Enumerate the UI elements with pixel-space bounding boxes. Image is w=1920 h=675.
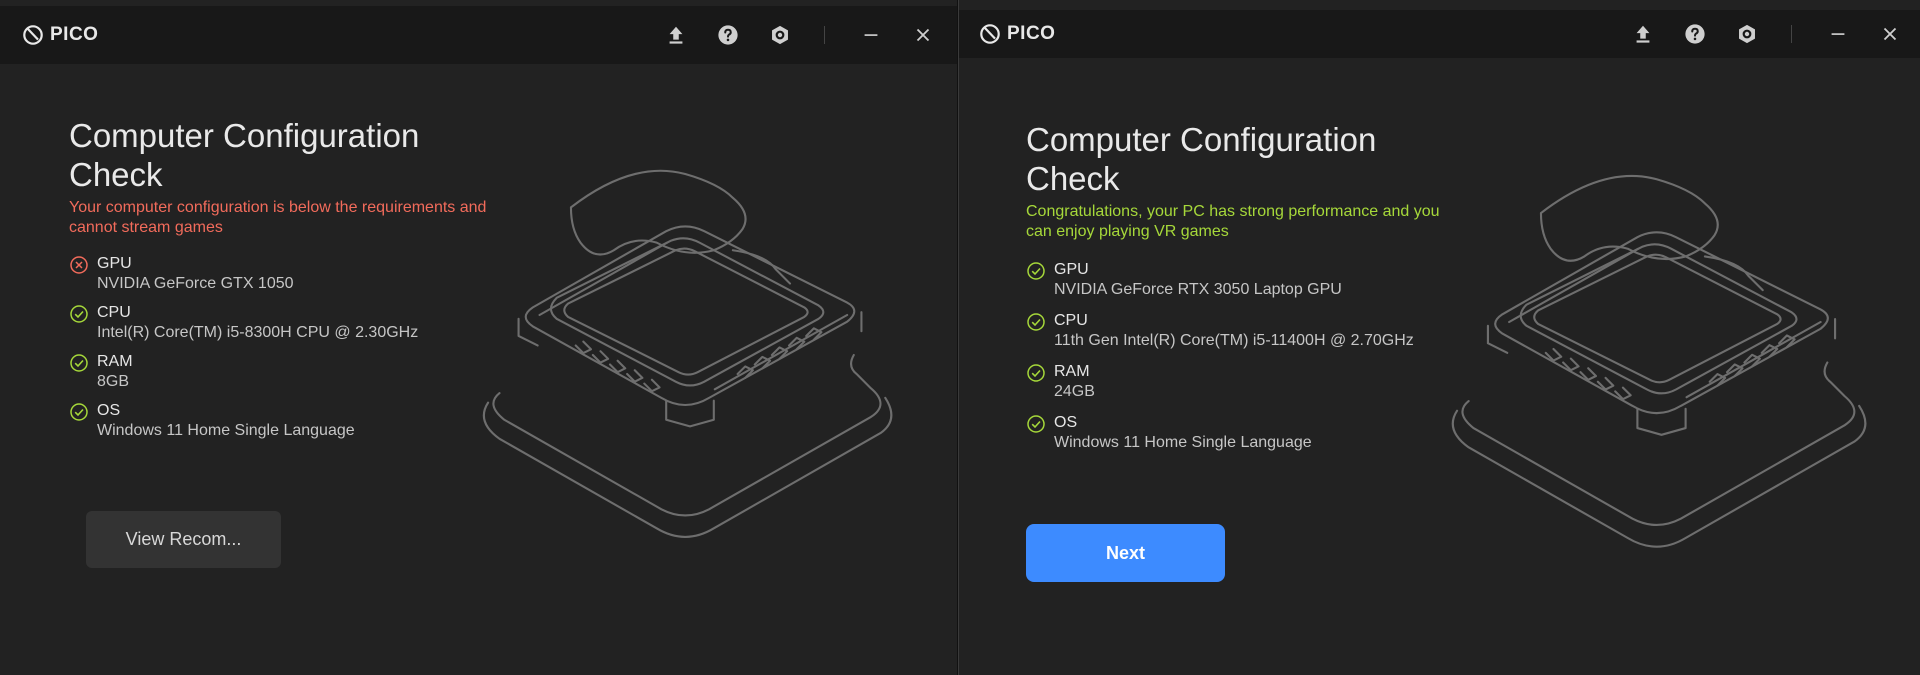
upload-icon bbox=[1632, 23, 1654, 45]
item-value: NVIDIA GeForce GTX 1050 bbox=[97, 275, 294, 292]
left-window: PICO Computer Configuration Check Your c… bbox=[0, 0, 957, 675]
item-label: OS bbox=[1054, 414, 1078, 431]
list-item-cpu: CPU 11th Gen Intel(R) Core(TM) i5-11400H… bbox=[1026, 311, 1446, 351]
next-button[interactable]: Next bbox=[1026, 524, 1225, 582]
page-title: Computer Configuration Check bbox=[1026, 121, 1377, 197]
pico-logo: PICO bbox=[22, 24, 98, 46]
help-button[interactable] bbox=[1669, 10, 1721, 58]
config-check-panel: Computer Configuration Check Congratulat… bbox=[1026, 120, 1446, 462]
upload-button[interactable] bbox=[1617, 10, 1669, 58]
check-circle-icon bbox=[69, 402, 89, 422]
close-icon bbox=[912, 24, 934, 46]
check-circle-icon bbox=[1026, 363, 1046, 383]
settings-icon bbox=[769, 24, 791, 46]
cpu-chip-illustration bbox=[470, 155, 910, 555]
item-label: CPU bbox=[97, 304, 131, 321]
requirements-list: GPU NVIDIA GeForce GTX 1050 CPU Intel(R)… bbox=[69, 254, 489, 441]
list-item-ram: RAM 8GB bbox=[69, 352, 489, 392]
view-recommendations-button[interactable]: View Recom... bbox=[86, 511, 281, 568]
help-icon bbox=[1684, 23, 1706, 45]
check-circle-icon bbox=[69, 304, 89, 324]
right-window: PICO Computer Configuration Check Congra… bbox=[958, 0, 1920, 675]
minimize-button[interactable] bbox=[845, 6, 897, 64]
list-item-os: OS Windows 11 Home Single Language bbox=[69, 401, 489, 441]
item-label: RAM bbox=[1054, 363, 1090, 380]
item-label: RAM bbox=[97, 353, 133, 370]
upload-button[interactable] bbox=[650, 6, 702, 64]
check-circle-icon bbox=[69, 353, 89, 373]
list-item-ram: RAM 24GB bbox=[1026, 362, 1446, 402]
item-value: Windows 11 Home Single Language bbox=[97, 422, 355, 439]
item-label: GPU bbox=[1054, 261, 1089, 278]
item-value: NVIDIA GeForce RTX 3050 Laptop GPU bbox=[1054, 281, 1342, 298]
titlebar-controls bbox=[1617, 10, 1920, 58]
check-circle-icon bbox=[1026, 414, 1046, 434]
requirements-list: GPU NVIDIA GeForce RTX 3050 Laptop GPU C… bbox=[1026, 260, 1446, 453]
minimize-button[interactable] bbox=[1812, 10, 1864, 58]
close-button[interactable] bbox=[1864, 10, 1916, 58]
item-value: Windows 11 Home Single Language bbox=[1054, 434, 1312, 451]
titlebar: PICO bbox=[959, 10, 1920, 58]
status-message: Your computer configuration is below the… bbox=[69, 199, 487, 236]
pico-logo: PICO bbox=[979, 23, 1055, 45]
titlebar: PICO bbox=[0, 6, 957, 64]
help-button[interactable] bbox=[702, 6, 754, 64]
brand-name: PICO bbox=[50, 24, 99, 45]
pico-logo-icon bbox=[22, 24, 44, 46]
settings-button[interactable] bbox=[1721, 10, 1773, 58]
pico-logo-icon bbox=[979, 23, 1001, 45]
cpu-chip-illustration bbox=[1439, 160, 1884, 565]
brand-name: PICO bbox=[1007, 23, 1056, 44]
titlebar-separator bbox=[1791, 25, 1792, 43]
config-check-panel: Computer Configuration Check Your comput… bbox=[69, 116, 489, 450]
close-button[interactable] bbox=[897, 6, 949, 64]
fail-circle-icon bbox=[69, 255, 89, 275]
list-item-gpu: GPU NVIDIA GeForce GTX 1050 bbox=[69, 254, 489, 294]
titlebar-controls bbox=[650, 6, 957, 64]
list-item-cpu: CPU Intel(R) Core(TM) i5-8300H CPU @ 2.3… bbox=[69, 303, 489, 343]
list-item-os: OS Windows 11 Home Single Language bbox=[1026, 413, 1446, 453]
item-label: GPU bbox=[97, 255, 132, 272]
help-icon bbox=[717, 24, 739, 46]
item-value: 24GB bbox=[1054, 383, 1095, 400]
check-circle-icon bbox=[1026, 312, 1046, 332]
check-circle-icon bbox=[1026, 261, 1046, 281]
page-title: Computer Configuration Check bbox=[69, 117, 420, 193]
list-item-gpu: GPU NVIDIA GeForce RTX 3050 Laptop GPU bbox=[1026, 260, 1446, 300]
status-message: Congratulations, your PC has strong perf… bbox=[1026, 203, 1440, 240]
item-value: 8GB bbox=[97, 373, 130, 390]
item-label: OS bbox=[97, 402, 121, 419]
close-icon bbox=[1879, 23, 1901, 45]
upload-icon bbox=[665, 24, 687, 46]
item-label: CPU bbox=[1054, 312, 1088, 329]
minimize-icon bbox=[860, 24, 882, 46]
settings-button[interactable] bbox=[754, 6, 806, 64]
minimize-icon bbox=[1827, 23, 1849, 45]
settings-icon bbox=[1736, 23, 1758, 45]
item-value: 11th Gen Intel(R) Core(TM) i5-11400H @ 2… bbox=[1054, 332, 1414, 349]
item-value: Intel(R) Core(TM) i5-8300H CPU @ 2.30GHz bbox=[97, 324, 419, 341]
titlebar-separator bbox=[824, 26, 825, 44]
